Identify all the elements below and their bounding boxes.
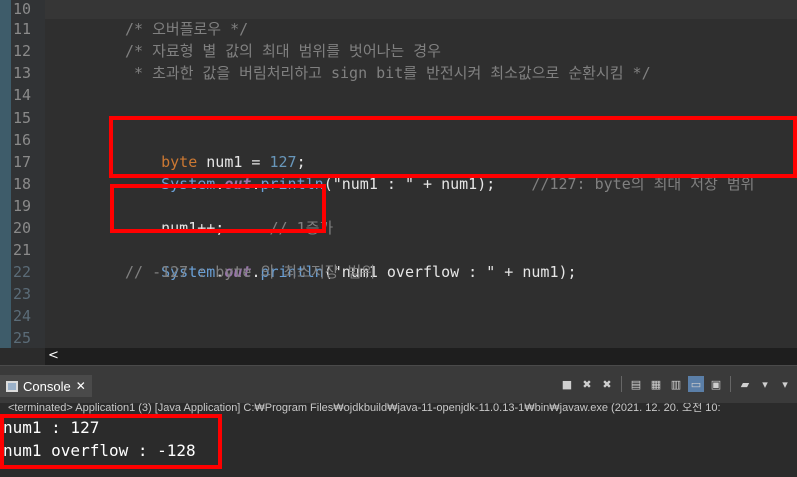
new-console-icon[interactable]: ▾: [757, 376, 773, 392]
remove-launch-icon[interactable]: ✖: [579, 376, 595, 392]
toolbar-separator: [730, 376, 731, 392]
current-line-highlight: [45, 0, 797, 19]
console-toolbar: ■ ✖ ✖ ▤ ▦ ▥ ▭ ▣ ▰ ▾ ▾: [559, 376, 793, 392]
display-console-icon[interactable]: ▰: [737, 376, 753, 392]
stop-icon[interactable]: ■: [559, 376, 575, 392]
show-stdout-icon[interactable]: ▥: [668, 376, 684, 392]
line-number: 19: [13, 197, 32, 215]
highlight-box-declaration: [109, 116, 797, 178]
line-number: 14: [13, 86, 32, 104]
scroll-lock-icon[interactable]: ▤: [628, 376, 644, 392]
code-line-12: /* 자료형 별 값의 최대 범위를 벗어나는 경우: [125, 42, 441, 60]
console-output[interactable]: num1 : 127 num1 overflow : -128: [0, 414, 797, 477]
code-line-11: /* 오버플로우 */: [125, 20, 249, 38]
line-number: 22: [13, 263, 32, 281]
line-number: 23: [13, 285, 32, 303]
code-text: + num1);: [495, 263, 577, 281]
code-line-22: // -127 : byte 의 최소저장 범위: [125, 263, 376, 281]
line-number: 24: [13, 307, 32, 325]
console-tab-label: Console: [23, 378, 71, 394]
line-number: 12: [13, 42, 32, 60]
pin-console-icon[interactable]: ▣: [708, 376, 724, 392]
line-number: 13: [13, 64, 32, 82]
show-stderr-icon[interactable]: ▭: [688, 376, 704, 392]
scroll-left-icon[interactable]: <: [48, 348, 59, 365]
remove-all-icon[interactable]: ✖: [599, 376, 615, 392]
word-wrap-icon[interactable]: ▦: [648, 376, 664, 392]
line-number: 17: [13, 153, 32, 171]
line-number: 25: [13, 329, 32, 347]
gutter-marker-bar: [0, 0, 11, 348]
line-number-gutter: 10 11 12 13 14 15 16 17 18 19 20 21 22 2…: [0, 0, 45, 348]
code-line-13: * 초과한 값을 버림처리하고 sign bit를 반전시켜 최소값으로 순환시…: [125, 64, 651, 82]
line-number: 10: [13, 0, 32, 18]
line-number: 11: [13, 20, 32, 38]
close-icon[interactable]: ✕: [76, 379, 86, 393]
code-line-21: System.out.println("num1 overflow : " + …: [125, 239, 576, 281]
scrollbar-track[interactable]: [45, 348, 797, 365]
open-console-icon[interactable]: ▾: [777, 376, 793, 392]
line-number: 18: [13, 175, 32, 193]
console-icon: [6, 380, 18, 392]
line-number: 21: [13, 241, 32, 259]
highlight-box-output: [0, 414, 222, 469]
line-number: 16: [13, 131, 32, 149]
line-number: 15: [13, 109, 32, 127]
highlight-box-increment: [110, 184, 326, 233]
tab-console[interactable]: Console ✕: [0, 375, 92, 397]
line-number: 20: [13, 219, 32, 237]
console-view-header: Console ✕ ■ ✖ ✖ ▤ ▦ ▥ ▭ ▣ ▰ ▾ ▾: [0, 365, 797, 403]
horizontal-scrollbar[interactable]: <: [0, 348, 797, 365]
code-editor[interactable]: 10 11 12 13 14 15 16 17 18 19 20 21 22 2…: [0, 0, 797, 348]
toolbar-separator: [621, 376, 622, 392]
